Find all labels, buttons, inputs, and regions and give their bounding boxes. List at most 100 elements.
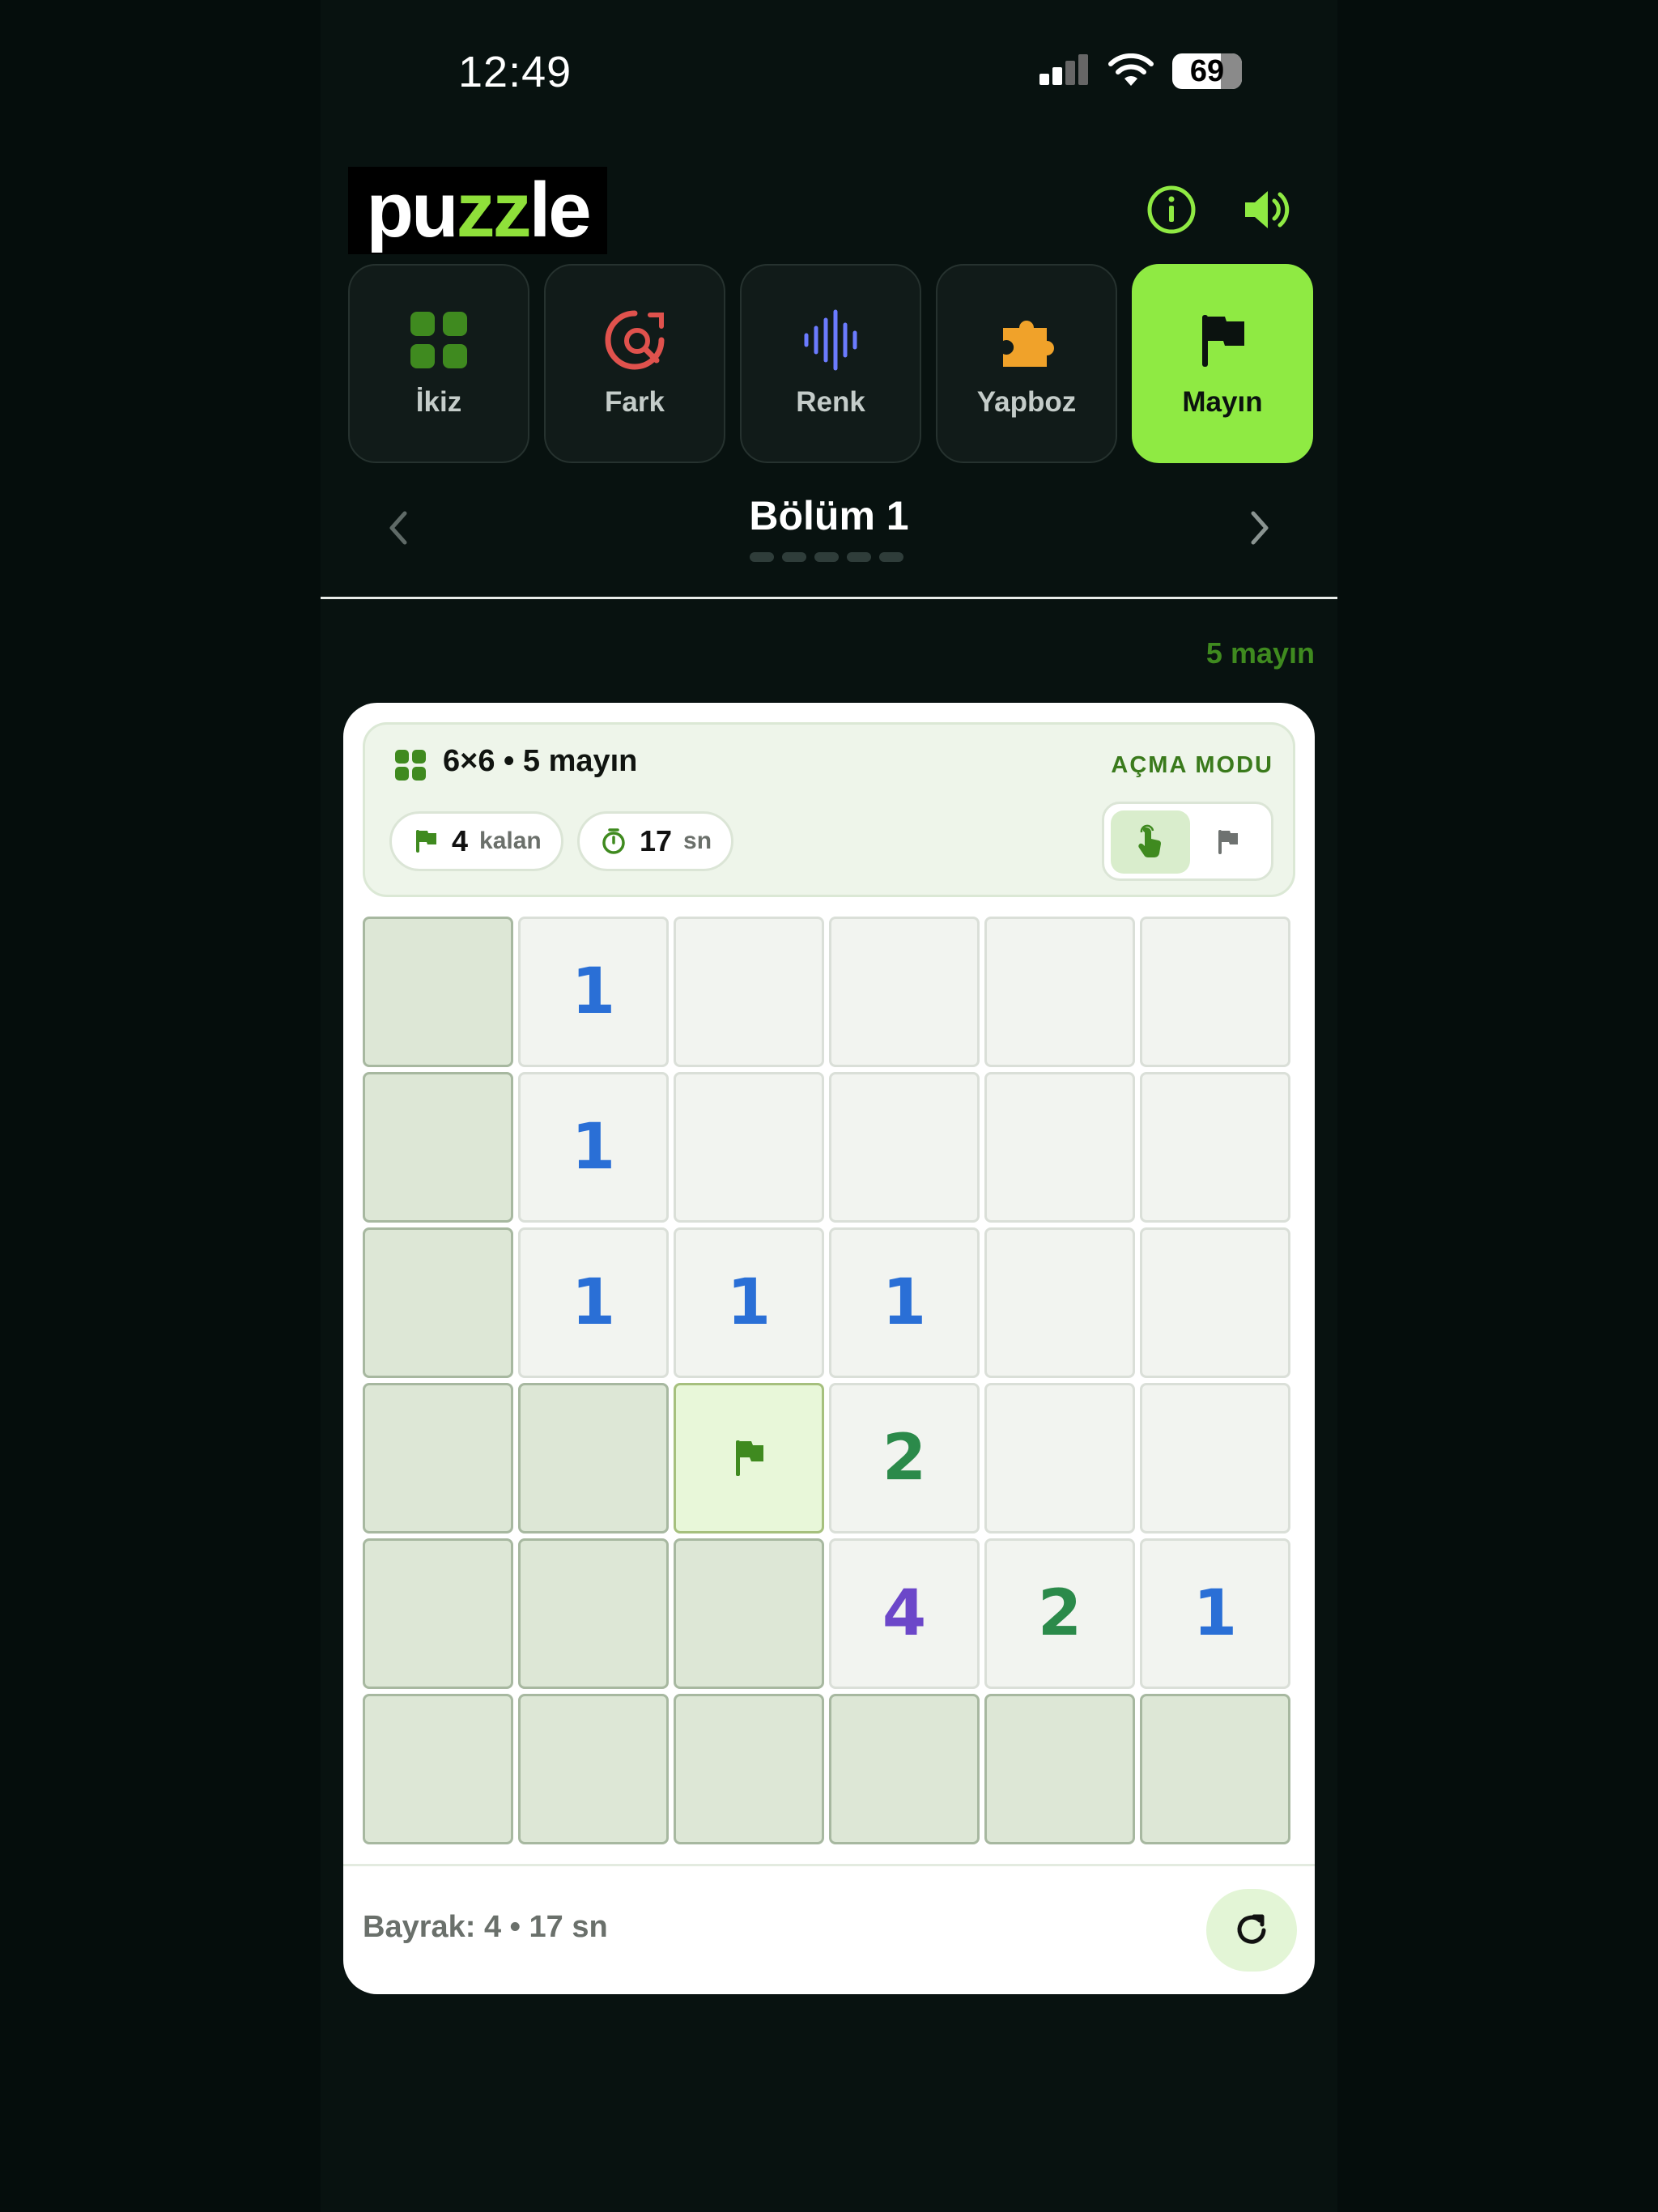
tab-label: İkiz: [415, 386, 462, 418]
level-title: Bölüm 1: [749, 493, 909, 538]
page-dot: [847, 552, 871, 562]
board-cell-hidden[interactable]: [518, 1538, 669, 1689]
board-cell-hidden[interactable]: [518, 1694, 669, 1844]
refresh-icon: [1237, 1914, 1266, 1944]
app-screen: 12:49 69 pu zz le İkiz Fark Renk Yapboz …: [321, 0, 1337, 2212]
cell-number: 2: [882, 1422, 927, 1495]
flag-icon: [416, 830, 436, 853]
tab-renk[interactable]: Renk: [740, 264, 921, 463]
board-cell-empty[interactable]: [1140, 1227, 1290, 1378]
status-time: 12:49: [458, 48, 572, 96]
puzzle-piece-icon: [1003, 321, 1054, 367]
flags-left-value: 4: [452, 824, 469, 857]
board-cell-hidden[interactable]: [518, 1383, 669, 1534]
page-dot: [782, 552, 806, 562]
sound-icon[interactable]: [1239, 183, 1292, 236]
cell-number: 1: [726, 1266, 772, 1339]
board-cell-empty[interactable]: [984, 1227, 1135, 1378]
soundwave-icon: [804, 309, 857, 371]
board-cell-hidden[interactable]: [363, 1072, 513, 1223]
board-cell-empty[interactable]: [1140, 1072, 1290, 1223]
divider: [321, 597, 1337, 599]
board-cell-empty[interactable]: [984, 1383, 1135, 1534]
cell-number: 1: [882, 1266, 927, 1339]
flag-mode-button[interactable]: [1188, 810, 1268, 874]
flag-icon: [1218, 830, 1238, 854]
footer-status: Bayrak: 4 • 17 sn: [363, 1910, 608, 1944]
board-cell-hidden[interactable]: [363, 1227, 513, 1378]
mine-count: 5 mayın: [1205, 636, 1315, 670]
cell-number: 4: [882, 1577, 927, 1650]
board-cell-hidden[interactable]: [363, 917, 513, 1067]
cell-number: 1: [571, 955, 616, 1028]
board-cell-number[interactable]: 1: [518, 917, 669, 1067]
board-cell-number[interactable]: 1: [674, 1227, 824, 1378]
mode-toggle: [1102, 802, 1273, 881]
tab-ikiz[interactable]: İkiz: [348, 264, 529, 463]
board-cell-empty[interactable]: [829, 1072, 980, 1223]
board-cell-hidden[interactable]: [984, 1694, 1135, 1844]
cell-number: 1: [571, 1111, 616, 1184]
cell-number: 1: [571, 1266, 616, 1339]
battery-percent: 69: [1189, 53, 1225, 88]
divider: [343, 1864, 1315, 1866]
board-cell-empty[interactable]: [674, 1072, 824, 1223]
board-cell-number[interactable]: 1: [829, 1227, 980, 1378]
tab-label: Fark: [605, 386, 665, 418]
tap-hand-icon: [1138, 824, 1162, 858]
page-dot: [879, 552, 903, 562]
tab-label: Renk: [796, 386, 865, 418]
board-cell-number[interactable]: 1: [518, 1072, 669, 1223]
timer-value: 17: [640, 824, 673, 857]
wifi-icon: [1108, 53, 1154, 86]
board-cell-empty[interactable]: [984, 1072, 1135, 1223]
cellular-signal-icon: [1039, 54, 1088, 85]
board-cell-number[interactable]: 2: [829, 1383, 980, 1534]
tab-label: Mayın: [1182, 386, 1263, 418]
page-dot: [814, 552, 839, 562]
board-cell-number[interactable]: 1: [518, 1227, 669, 1378]
board-cell-hidden[interactable]: [674, 1538, 824, 1689]
board-cell-empty[interactable]: [1140, 917, 1290, 1067]
grid-icon: [410, 312, 467, 368]
restart-button[interactable]: [1206, 1889, 1297, 1972]
board-cell-number[interactable]: 4: [829, 1538, 980, 1689]
board-cell-hidden[interactable]: [363, 1538, 513, 1689]
puzzle-logo: pu zz le: [348, 167, 607, 254]
status-icons: 69: [1039, 53, 1242, 89]
flag-icon: [736, 1440, 763, 1476]
timer-unit: sn: [683, 827, 712, 854]
board-cell-hidden[interactable]: [1140, 1694, 1290, 1844]
board-cell-flagged[interactable]: [674, 1383, 824, 1534]
flags-left-unit: kalan: [479, 827, 542, 854]
board-cell-empty[interactable]: [829, 917, 980, 1067]
board-cell-number[interactable]: 2: [984, 1538, 1135, 1689]
level-page-dots: [750, 552, 903, 562]
board-cell-hidden[interactable]: [674, 1694, 824, 1844]
board-cell-empty[interactable]: [1140, 1383, 1290, 1534]
board-cell-number[interactable]: 1: [1140, 1538, 1290, 1689]
tab-fark[interactable]: Fark: [544, 264, 725, 463]
grid-icon: [395, 750, 426, 781]
board-cell-empty[interactable]: [984, 917, 1135, 1067]
tab-yapboz[interactable]: Yapboz: [936, 264, 1117, 463]
game-info-panel: 6×6 • 5 mayın AÇMA MODU 4 kalan 17 sn: [363, 722, 1295, 897]
next-level-button[interactable]: [1239, 505, 1279, 551]
board-cell-hidden[interactable]: [363, 1694, 513, 1844]
game-tabs: İkiz Fark Renk Yapboz Mayın: [348, 264, 1313, 463]
stopwatch-icon: [602, 828, 625, 854]
tab-mayin[interactable]: Mayın: [1132, 264, 1313, 463]
info-icon[interactable]: [1145, 183, 1198, 236]
reveal-mode-button[interactable]: [1111, 810, 1190, 874]
page-dot: [750, 552, 774, 562]
search-diff-icon: [605, 310, 665, 370]
board-cell-hidden[interactable]: [363, 1383, 513, 1534]
board-cell-hidden[interactable]: [829, 1694, 980, 1844]
mode-label: AÇMA MODU: [1111, 752, 1273, 778]
flags-left-pill: 4 kalan: [389, 811, 563, 871]
flag-icon: [1202, 315, 1244, 367]
cell-number: 1: [1192, 1577, 1238, 1650]
board-cell-empty[interactable]: [674, 917, 824, 1067]
battery-indicator: 69: [1172, 53, 1242, 89]
game-card: 6×6 • 5 mayın AÇMA MODU 4 kalan 17 sn 1 …: [343, 703, 1315, 1994]
